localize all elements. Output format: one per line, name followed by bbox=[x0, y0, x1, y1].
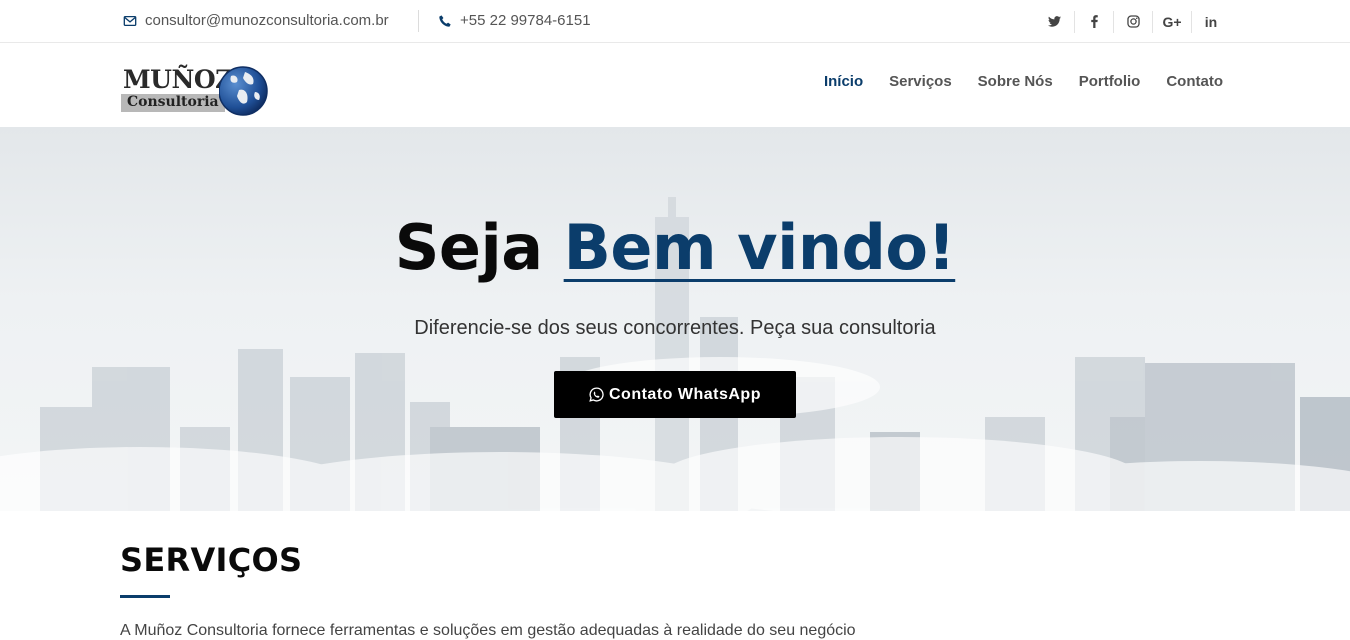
facebook-icon[interactable] bbox=[1074, 10, 1113, 33]
linkedin-icon[interactable]: in bbox=[1191, 10, 1230, 33]
services-title: SERVIÇOS bbox=[120, 541, 303, 579]
logo-line1: MUÑOZ bbox=[123, 65, 233, 94]
social-links: G+ in bbox=[1035, 0, 1230, 43]
logo-line2: Consultoria bbox=[127, 94, 219, 110]
phone-icon bbox=[439, 14, 451, 27]
divider bbox=[418, 10, 419, 32]
site-header: MUÑOZ Consultoria Início Serviços Sobre … bbox=[0, 43, 1350, 127]
logo[interactable]: MUÑOZ Consultoria bbox=[121, 64, 269, 118]
nav-item-portfolio[interactable]: Portfolio bbox=[1079, 73, 1141, 90]
globe-icon bbox=[219, 66, 268, 116]
hero-title-accent: Bem vindo! bbox=[563, 211, 956, 284]
whatsapp-icon bbox=[589, 387, 604, 402]
email-text: consultor@munozconsultoria.com.br bbox=[145, 12, 389, 29]
nav-item-contato[interactable]: Contato bbox=[1166, 73, 1223, 90]
nav-item-sobre-nos[interactable]: Sobre Nós bbox=[978, 73, 1053, 90]
envelope-icon bbox=[123, 15, 137, 26]
twitter-icon[interactable] bbox=[1035, 11, 1074, 33]
hero-title: Seja Bem vindo! bbox=[0, 211, 1350, 284]
nav-item-servicos[interactable]: Serviços bbox=[889, 73, 952, 90]
nav-item-inicio[interactable]: Início bbox=[824, 73, 863, 90]
instagram-icon[interactable] bbox=[1113, 10, 1152, 33]
phone-contact[interactable]: +55 22 99784-6151 bbox=[438, 12, 591, 29]
main-nav: Início Serviços Sobre Nós Portfolio Cont… bbox=[824, 73, 1223, 90]
top-bar: consultor@munozconsultoria.com.br +55 22… bbox=[0, 0, 1350, 43]
google-plus-glyph: G+ bbox=[1162, 13, 1182, 30]
linkedin-glyph: in bbox=[1204, 13, 1218, 30]
services-underline bbox=[120, 595, 170, 598]
google-plus-icon[interactable]: G+ bbox=[1152, 10, 1191, 33]
hero-section: Seja Bem vindo! Diferencie-se dos seus c… bbox=[0, 127, 1350, 511]
whatsapp-button-label: Contato WhatsApp bbox=[609, 385, 761, 403]
email-contact[interactable]: consultor@munozconsultoria.com.br bbox=[123, 12, 389, 29]
hero-title-plain: Seja bbox=[394, 211, 543, 284]
whatsapp-contact-button[interactable]: Contato WhatsApp bbox=[554, 371, 796, 418]
services-text: A Muñoz Consultoria fornece ferramentas … bbox=[120, 622, 856, 639]
phone-text: +55 22 99784-6151 bbox=[460, 12, 591, 29]
hero-subtitle: Diferencie-se dos seus concorrentes. Peç… bbox=[414, 317, 936, 339]
